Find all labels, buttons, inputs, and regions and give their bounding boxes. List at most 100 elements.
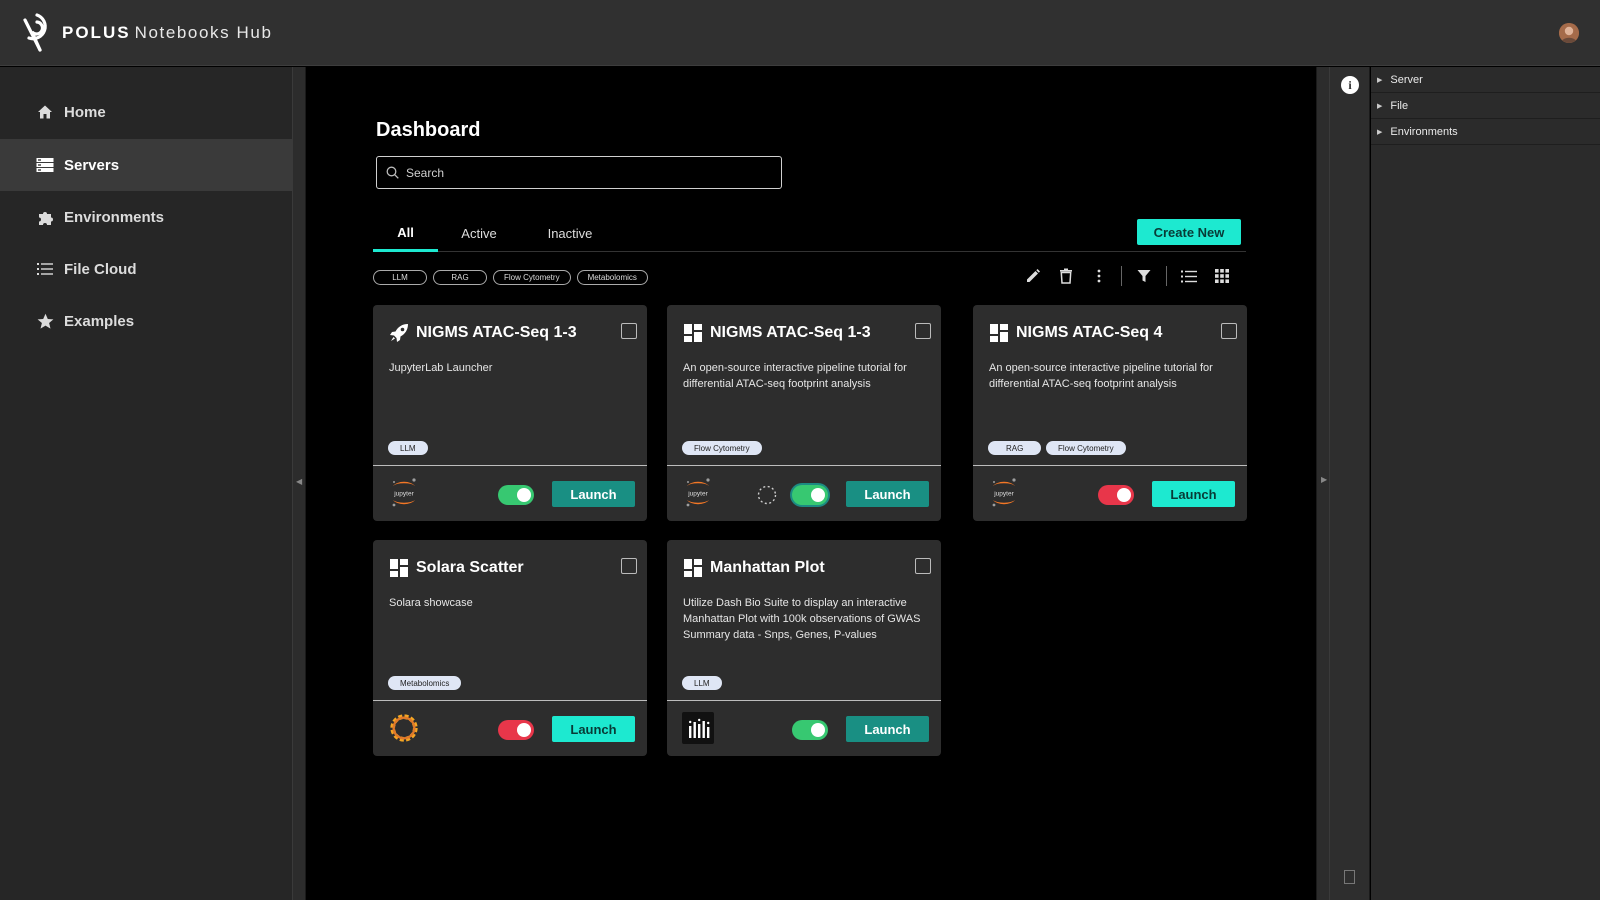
search-input[interactable] — [406, 165, 766, 180]
toggle-knob — [517, 723, 531, 737]
filter-icon[interactable] — [1133, 265, 1155, 287]
sidebar-item-servers[interactable]: Servers — [0, 139, 292, 191]
document-icon[interactable] — [1344, 870, 1355, 884]
card-toolbar — [1022, 263, 1244, 289]
delete-icon[interactable] — [1055, 265, 1077, 287]
resource-tree-panel: ▶ Server ▶ File ▶ Environments — [1371, 67, 1600, 900]
launch-button[interactable]: Launch — [846, 481, 929, 507]
sidebar-item-file-cloud[interactable]: File Cloud — [0, 243, 292, 295]
launch-button[interactable]: Launch — [552, 716, 635, 742]
expand-caret-icon[interactable]: ▶ — [1377, 102, 1382, 110]
server-toggle[interactable] — [792, 720, 828, 740]
tree-item-label: File — [1390, 99, 1409, 112]
right-panel-splitter[interactable]: ▶ — [1316, 67, 1330, 900]
dashboard-icon — [989, 323, 1009, 343]
card-footer: Launch — [373, 701, 647, 756]
server-toggle[interactable] — [498, 720, 534, 740]
launch-button[interactable]: Launch — [1152, 481, 1235, 507]
card-tag: Metabolomics — [388, 676, 462, 690]
server-card[interactable]: Manhattan Plot Utilize Dash Bio Suite to… — [667, 540, 941, 756]
card-select-checkbox[interactable] — [915, 323, 931, 339]
card-select-checkbox[interactable] — [915, 558, 931, 574]
expand-caret-icon[interactable]: ▶ — [1377, 76, 1382, 84]
card-tag: LLM — [682, 676, 722, 690]
brand-name: POLUS — [62, 23, 131, 42]
toggle-knob — [1117, 488, 1131, 502]
polus-logo-icon[interactable] — [20, 12, 54, 54]
card-header: NIGMS ATAC-Seq 1-3 — [389, 323, 577, 343]
star-icon — [36, 312, 54, 330]
rocket-icon — [389, 323, 409, 343]
sidebar-item-label: Environments — [64, 208, 165, 226]
dash-logo-icon — [682, 711, 714, 745]
server-toggle[interactable] — [1098, 485, 1134, 505]
brand-title: POLUS Notebooks Hub — [62, 23, 273, 43]
collapse-right-icon[interactable]: ▶ — [1321, 475, 1327, 484]
left-panel-splitter[interactable]: ◀ — [292, 67, 306, 900]
toggle-knob — [517, 488, 531, 502]
filter-chip-rag[interactable]: RAG — [433, 270, 487, 285]
search-field[interactable] — [376, 156, 782, 189]
card-select-checkbox[interactable] — [1221, 323, 1237, 339]
card-header: NIGMS ATAC-Seq 4 — [989, 323, 1162, 343]
server-card[interactable]: NIGMS ATAC-Seq 1-3 An open-source intera… — [667, 305, 941, 521]
card-footer: jupyter Launch — [373, 466, 647, 521]
user-avatar-icon[interactable] — [1559, 23, 1579, 43]
tab-inactive[interactable]: Inactive — [533, 215, 607, 252]
server-card[interactable]: NIGMS ATAC-Seq 4 An open-source interact… — [973, 305, 1247, 521]
card-description: An open-source interactive pipeline tuto… — [989, 362, 1213, 390]
server-card[interactable]: Solara Scatter Solara showcase Metabolom… — [373, 540, 647, 756]
sidebar-item-home[interactable]: Home — [0, 86, 292, 138]
top-bar: POLUS Notebooks Hub — [0, 0, 1600, 66]
card-title: NIGMS ATAC-Seq 1-3 — [416, 324, 577, 341]
card-footer: jupyter Launch — [667, 466, 941, 521]
card-tag: Flow Cytometry — [1046, 441, 1126, 455]
tab-all[interactable]: All — [373, 215, 438, 252]
toggle-knob — [811, 488, 825, 502]
app-root: POLUS Notebooks Hub Home Servers Environ… — [0, 0, 1600, 900]
card-title: NIGMS ATAC-Seq 4 — [1016, 324, 1163, 341]
filter-chip-llm[interactable]: LLM — [373, 270, 427, 285]
launch-button[interactable]: Launch — [552, 481, 635, 507]
expand-caret-icon[interactable]: ▶ — [1377, 128, 1382, 136]
card-tag: RAG — [988, 441, 1042, 455]
tree-item-label: Environments — [1390, 125, 1458, 138]
right-icon-rail: i — [1330, 67, 1370, 900]
page-title: Dashboard — [376, 119, 481, 141]
card-select-checkbox[interactable] — [621, 558, 637, 574]
status-tabs: All Active Inactive — [373, 215, 1246, 252]
sidebar-item-examples[interactable]: Examples — [0, 295, 292, 347]
card-footer: Launch — [667, 701, 941, 756]
launch-button[interactable]: Launch — [846, 716, 929, 742]
create-new-button[interactable]: Create New — [1137, 219, 1241, 245]
filter-chip-metabolomics[interactable]: Metabolomics — [576, 270, 648, 285]
card-title: Solara Scatter — [416, 559, 524, 576]
jupyter-wordmark: jupyter — [993, 491, 1014, 498]
dashboard-icon — [683, 323, 703, 343]
filter-chip-flow-cytometry[interactable]: Flow Cytometry — [493, 270, 571, 285]
tab-active[interactable]: Active — [449, 215, 509, 252]
card-header: Manhattan Plot — [683, 558, 825, 578]
servers-icon — [36, 156, 54, 174]
tree-item-environments[interactable]: ▶ Environments — [1371, 119, 1600, 145]
list-icon — [36, 260, 54, 278]
list-view-icon[interactable] — [1178, 265, 1200, 287]
server-card[interactable]: NIGMS ATAC-Seq 1-3 JupyterLab Launcher L… — [373, 305, 647, 521]
more-vertical-icon[interactable] — [1088, 265, 1110, 287]
jupyter-wordmark: jupyter — [393, 491, 414, 498]
tree-item-file[interactable]: ▶ File — [1371, 93, 1600, 119]
info-icon[interactable]: i — [1341, 76, 1359, 94]
sidebar: Home Servers Environments File Cloud Exa… — [0, 67, 292, 900]
sidebar-item-label: Home — [64, 103, 106, 121]
collapse-left-icon[interactable]: ◀ — [296, 477, 302, 486]
grid-view-icon[interactable] — [1211, 265, 1233, 287]
sidebar-item-label: File Cloud — [64, 260, 137, 278]
card-select-checkbox[interactable] — [621, 323, 637, 339]
card-title: NIGMS ATAC-Seq 1-3 — [710, 324, 871, 341]
tree-item-server[interactable]: ▶ Server — [1371, 67, 1600, 93]
server-toggle[interactable] — [792, 485, 828, 505]
dashboard-icon — [389, 558, 409, 578]
sidebar-item-environments[interactable]: Environments — [0, 191, 292, 243]
edit-icon[interactable] — [1022, 265, 1044, 287]
server-toggle[interactable] — [498, 485, 534, 505]
